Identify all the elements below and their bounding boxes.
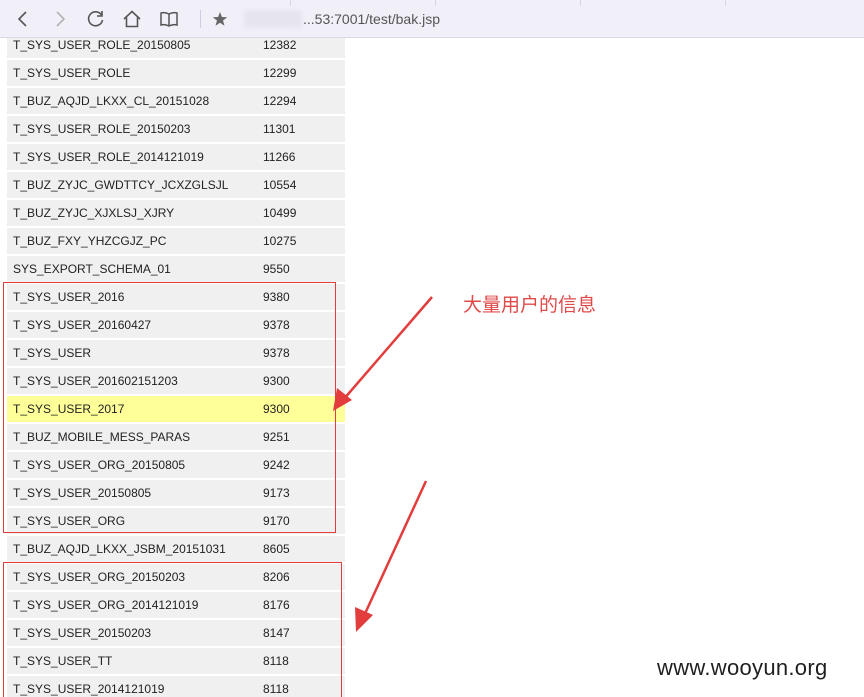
toolbar-divider <box>580 0 581 6</box>
address-bar-url[interactable]: ...53:7001/test/bak.jsp <box>303 11 440 27</box>
reading-view-icon[interactable] <box>157 7 181 31</box>
watermark: www.wooyun.org <box>657 655 828 680</box>
annotation-label: 大量用户的信息 <box>463 294 597 316</box>
annotation-arrows <box>333 296 433 632</box>
arrow-line-lower <box>361 480 428 619</box>
url-redacted-host <box>244 10 302 28</box>
toolbar-divider <box>290 0 291 6</box>
favorite-star-icon[interactable] <box>208 7 232 31</box>
browser-toolbar: ...53:7001/test/bak.jsp <box>0 0 864 38</box>
home-icon[interactable] <box>120 7 144 31</box>
arrow-head-lower <box>355 607 373 632</box>
refresh-icon[interactable] <box>84 7 108 31</box>
back-icon[interactable] <box>11 7 35 31</box>
toolbar-separator <box>200 10 201 28</box>
toolbar-divider <box>435 0 436 6</box>
toolbar-divider <box>725 0 726 6</box>
forward-icon[interactable] <box>48 7 72 31</box>
arrow-line-upper <box>342 296 433 401</box>
page-content: T_SYS_USER_ROLE_20150805 12382 T_SYS_USER_… <box>0 38 864 697</box>
